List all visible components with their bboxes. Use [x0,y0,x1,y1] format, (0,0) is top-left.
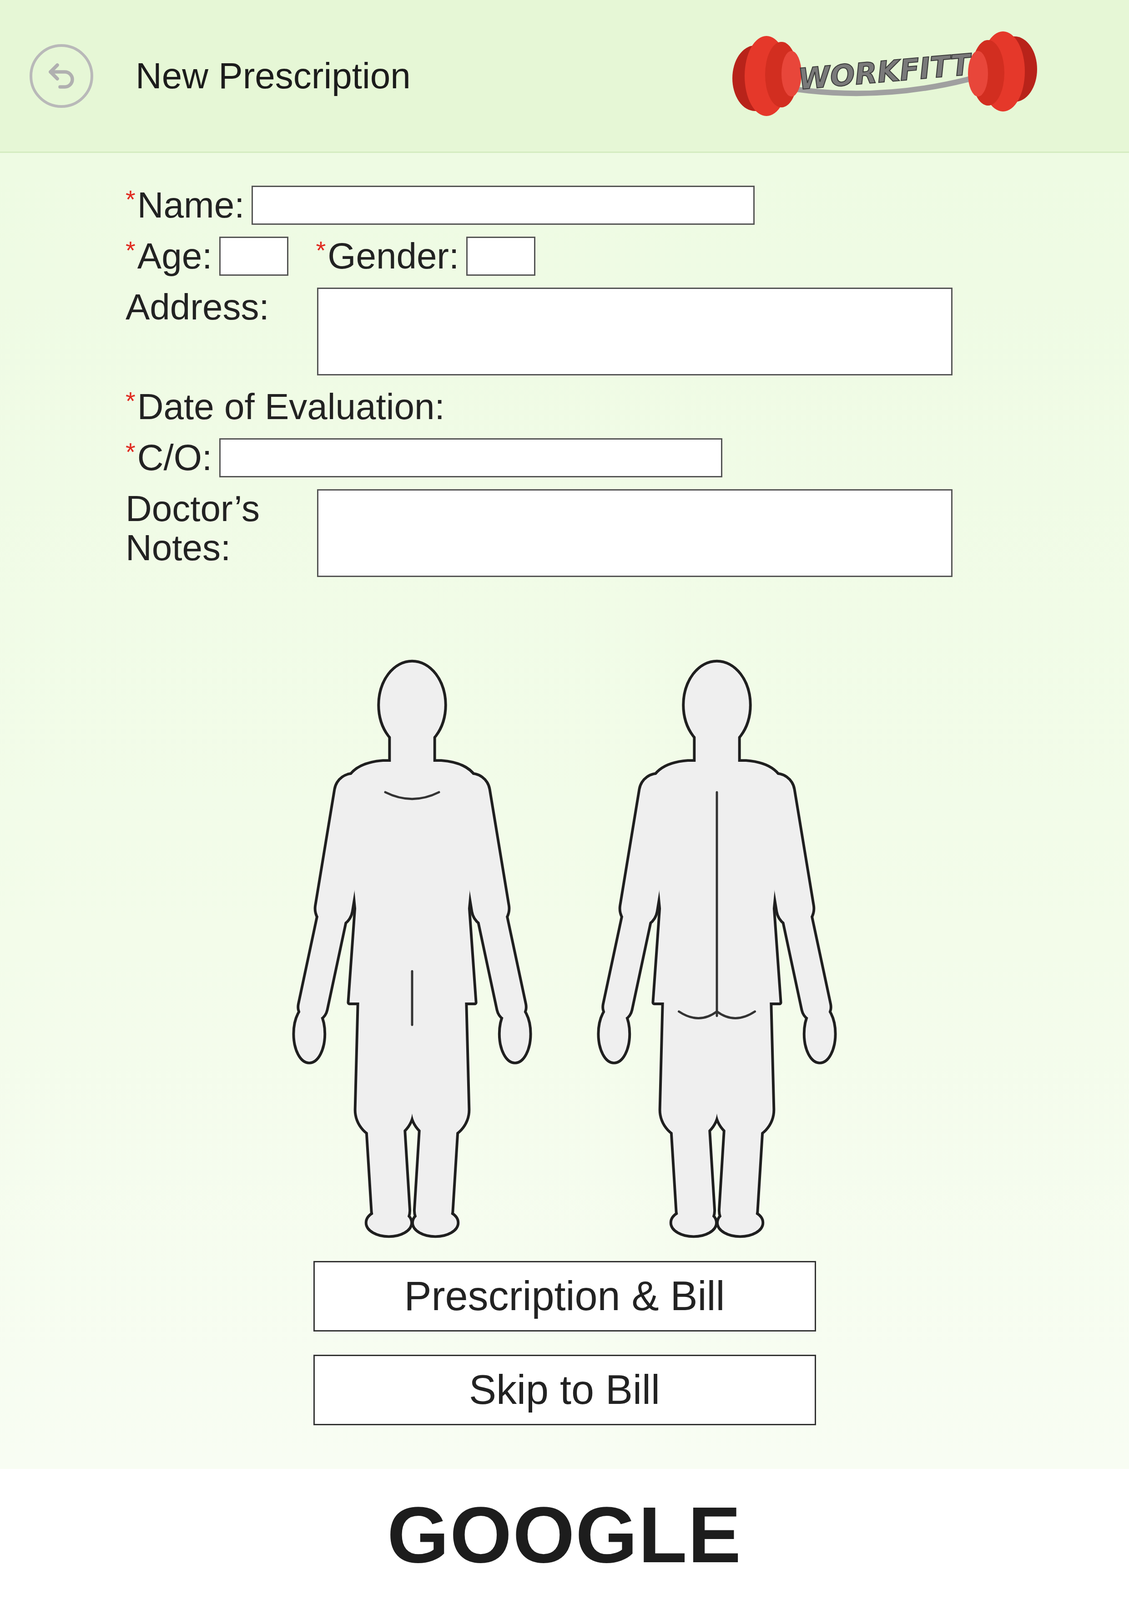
form-row: *Age: *Gender: [125,236,1129,276]
screen-title: New Prescription [135,55,411,97]
action-button[interactable]: Skip to Bill [313,1354,817,1425]
patient-form: *Name: *Age: *Gender: Address: *Date of Eval… [0,185,1129,577]
body-chart [0,657,1129,1245]
text-area[interactable] [317,287,953,376]
action-button[interactable]: Prescription & Bill [313,1260,817,1331]
required-mark: * [125,236,136,264]
header-bar: New Prescription WORKFITT [0,0,1129,153]
text-input[interactable] [219,438,723,478]
footer: GOOGLE [0,1468,1129,1600]
workfitt-logo: WORKFITT [727,23,1042,129]
front-body-figure[interactable] [277,657,547,1245]
footer-brand: GOOGLE [387,1488,742,1580]
prescription-screen: New Prescription WORKFITT *Name: *Age: *Gend… [0,0,1129,1600]
back-body-figure[interactable] [582,657,852,1245]
form-field: *C/O: [125,438,723,478]
field-label: *Name: [125,185,245,225]
action-buttons: Prescription & Bill Skip to Bill [0,1260,1129,1425]
form-field: *Name: [125,185,755,225]
form-row: Doctor’s Notes: [125,488,1129,577]
form-field: Doctor’s Notes: [125,488,953,577]
text-input[interactable] [219,236,289,276]
text-input[interactable] [466,236,536,276]
field-label: *Date of Evaluation: [125,387,445,427]
back-arrow-icon [45,59,78,93]
form-row: *Date of Evaluation: [125,387,1129,427]
form-row: *Name: [125,185,1129,225]
field-label: Address: [125,287,318,327]
text-area[interactable] [317,488,953,577]
form-field: *Age: [125,236,289,276]
required-mark: * [125,185,136,213]
required-mark: * [125,438,136,466]
field-label: *Gender: [315,236,459,276]
form-field: *Gender: [315,236,536,276]
required-mark: * [125,387,136,415]
field-label: *Age: [125,236,212,276]
field-label: Doctor’s Notes: [125,488,318,568]
required-mark: * [315,236,326,264]
field-label: *C/O: [125,438,212,478]
form-field: Address: [125,287,953,376]
content-area: *Name: *Age: *Gender: Address: *Date of Eval… [0,152,1129,1469]
back-button[interactable] [29,44,94,108]
text-input[interactable] [251,185,755,225]
form-field: *Date of Evaluation: [125,387,445,427]
svg-text:WORKFITT: WORKFITT [796,47,975,96]
form-row: *C/O: [125,438,1129,478]
form-row: Address: [125,287,1129,376]
